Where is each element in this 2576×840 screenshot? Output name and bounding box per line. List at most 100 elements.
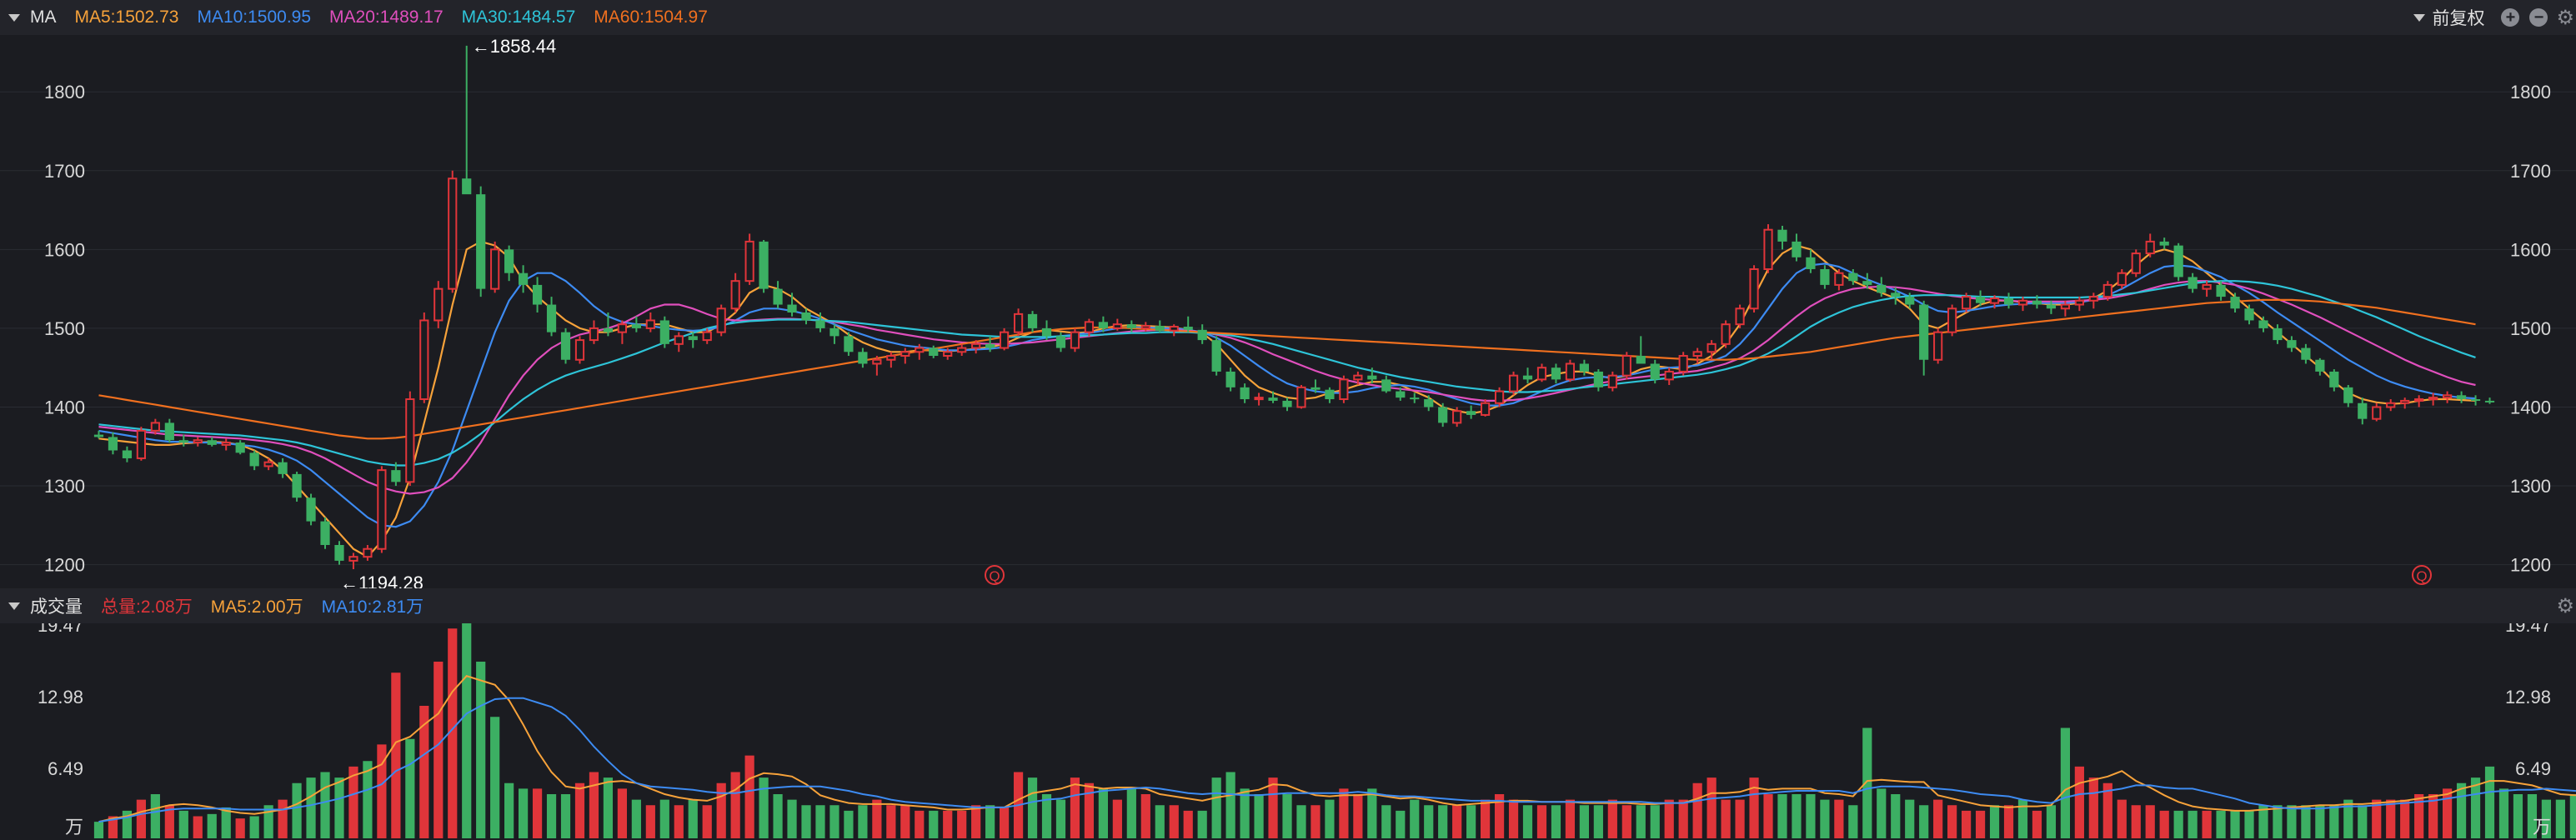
candle[interactable]: [1155, 320, 1165, 332]
volume-bar[interactable]: [391, 672, 401, 838]
volume-bar[interactable]: [1678, 799, 1688, 838]
volume-bar[interactable]: [1466, 805, 1476, 838]
candle[interactable]: [1325, 387, 1335, 403]
volume-bar[interactable]: [574, 782, 585, 838]
candle[interactable]: [2202, 281, 2212, 298]
volume-bar[interactable]: [1607, 799, 1617, 838]
candle[interactable]: [320, 517, 330, 549]
candle[interactable]: [730, 272, 740, 312]
volume-bar[interactable]: [207, 813, 217, 838]
candle[interactable]: [659, 316, 669, 348]
volume-bar[interactable]: [519, 788, 529, 838]
volume-bar[interactable]: [1877, 788, 1887, 838]
candle[interactable]: [1013, 308, 1024, 337]
candle[interactable]: [2329, 369, 2339, 392]
volume-bar[interactable]: [2131, 805, 2141, 838]
volume-bar[interactable]: [1692, 782, 1702, 838]
volume-bar[interactable]: [957, 810, 967, 838]
volume-bar[interactable]: [1197, 810, 1207, 838]
candle[interactable]: [2145, 233, 2155, 258]
volume-bar[interactable]: [2358, 805, 2368, 838]
candle[interactable]: [1593, 369, 1603, 392]
volume-bar[interactable]: [2244, 810, 2254, 838]
candle[interactable]: [645, 312, 655, 332]
candle[interactable]: [2188, 272, 2198, 293]
candle[interactable]: [1621, 352, 1631, 380]
volume-bar[interactable]: [1240, 788, 1250, 838]
volume-bar[interactable]: [504, 782, 514, 838]
volume-bar[interactable]: [645, 805, 655, 838]
volume-bar[interactable]: [2484, 766, 2495, 838]
volume-bar[interactable]: [292, 782, 302, 838]
gear-icon[interactable]: ⚙: [2556, 594, 2574, 618]
volume-bar[interactable]: [532, 788, 543, 838]
volume-bar[interactable]: [150, 793, 160, 838]
volume-bar[interactable]: [730, 772, 740, 838]
candle[interactable]: [1749, 265, 1759, 312]
volume-bar[interactable]: [1947, 805, 1957, 838]
volume-bar[interactable]: [1834, 799, 1844, 838]
candle[interactable]: [2074, 297, 2084, 312]
volume-bar[interactable]: [1027, 778, 1038, 838]
candle[interactable]: [1070, 328, 1080, 352]
candle[interactable]: [235, 440, 245, 455]
volume-bar[interactable]: [1481, 799, 1491, 838]
volume-bar[interactable]: [1225, 772, 1235, 838]
volume-bar[interactable]: [716, 782, 726, 838]
candle[interactable]: [2287, 336, 2297, 352]
volume-bar[interactable]: [1579, 805, 1589, 838]
volume-bar[interactable]: [546, 793, 557, 838]
candle[interactable]: [164, 418, 174, 443]
volume-bar[interactable]: [1183, 810, 1193, 838]
volume-bar[interactable]: [2202, 810, 2212, 838]
gear-icon[interactable]: ⚙: [2556, 6, 2574, 30]
candle[interactable]: [334, 541, 344, 565]
volume-bar[interactable]: [1140, 793, 1150, 838]
candle[interactable]: [574, 336, 585, 364]
volume-bar[interactable]: [2117, 799, 2127, 838]
volume-bar[interactable]: [1155, 805, 1165, 838]
candle[interactable]: [193, 437, 203, 447]
volume-bar[interactable]: [759, 778, 769, 838]
candle[interactable]: [2456, 391, 2467, 403]
volume-bar[interactable]: [1806, 793, 1816, 838]
volume-bar[interactable]: [858, 805, 868, 838]
volume-bar[interactable]: [659, 799, 669, 838]
volume-bar[interactable]: [1381, 805, 1391, 838]
volume-bar[interactable]: [1565, 799, 1576, 838]
volume-bar[interactable]: [985, 805, 995, 838]
volume-bar[interactable]: [631, 799, 641, 838]
volume-bar[interactable]: [1410, 799, 1420, 838]
volume-bar[interactable]: [1211, 778, 1221, 838]
volume-bar[interactable]: [178, 810, 188, 838]
volume-bar[interactable]: [1792, 793, 1802, 838]
volume-bar[interactable]: [787, 799, 797, 838]
candle[interactable]: [2131, 249, 2141, 278]
candle[interactable]: [1565, 359, 1576, 382]
volume-bar[interactable]: [1282, 793, 1292, 838]
candle[interactable]: [348, 552, 358, 570]
volume-bar[interactable]: [2498, 788, 2509, 838]
candle[interactable]: [1664, 368, 1674, 386]
volume-bar[interactable]: [1112, 799, 1122, 838]
candle[interactable]: [2343, 385, 2353, 408]
volume-bar[interactable]: [929, 810, 939, 838]
candle[interactable]: [1225, 368, 1235, 392]
volume-bar[interactable]: [688, 799, 698, 838]
volume-bar[interactable]: [943, 810, 953, 838]
candle[interactable]: [1834, 268, 1844, 291]
volume-bar[interactable]: [900, 805, 910, 838]
candle[interactable]: [405, 391, 415, 487]
candle[interactable]: [744, 233, 754, 285]
candle[interactable]: [1551, 363, 1561, 384]
candle[interactable]: [1481, 399, 1491, 417]
volume-bar[interactable]: [1296, 805, 1306, 838]
volume-bar[interactable]: [829, 805, 839, 838]
candle[interactable]: [434, 281, 444, 328]
candle[interactable]: [560, 328, 571, 364]
volume-bar[interactable]: [1126, 788, 1136, 838]
volume-bar[interactable]: [1763, 793, 1773, 838]
volume-bar[interactable]: [2386, 799, 2396, 838]
candle[interactable]: [1381, 375, 1391, 393]
volume-bar[interactable]: [405, 738, 415, 838]
